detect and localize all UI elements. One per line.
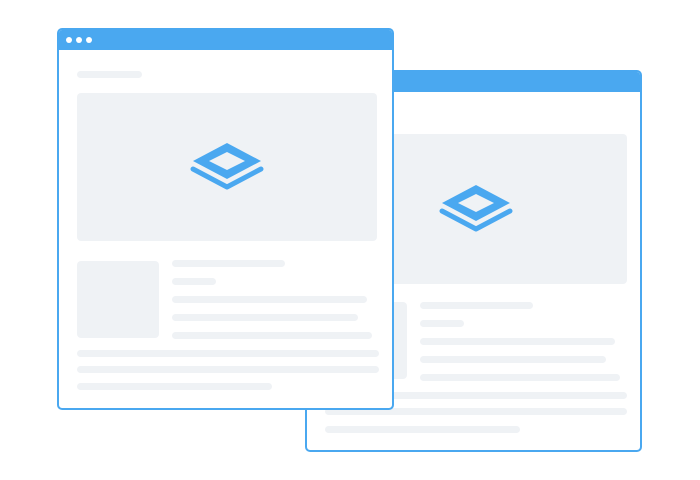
window-dot-icon (86, 37, 92, 43)
window-dot-icon (66, 37, 72, 43)
front-text-line (172, 314, 358, 321)
front-text-line (172, 278, 216, 285)
stack-layers-icon (439, 185, 513, 232)
stack-layers-icon (190, 143, 264, 190)
front-text-line (172, 260, 285, 267)
front-window-titlebar (59, 30, 392, 50)
front-heading-line (77, 71, 142, 78)
front-text-line (77, 366, 379, 373)
front-text-line (172, 296, 367, 303)
back-text-line (420, 356, 606, 363)
front-browser-window (57, 28, 394, 410)
front-hero-image-placeholder (77, 93, 377, 241)
front-text-line (77, 350, 379, 357)
back-text-line (420, 374, 620, 381)
back-text-line (420, 338, 615, 345)
window-dot-icon (76, 37, 82, 43)
front-thumbnail-placeholder (77, 261, 159, 338)
back-text-line (420, 302, 533, 309)
back-text-line (325, 426, 520, 433)
back-text-line (420, 320, 464, 327)
front-text-line (77, 383, 272, 390)
front-text-line (172, 332, 372, 339)
